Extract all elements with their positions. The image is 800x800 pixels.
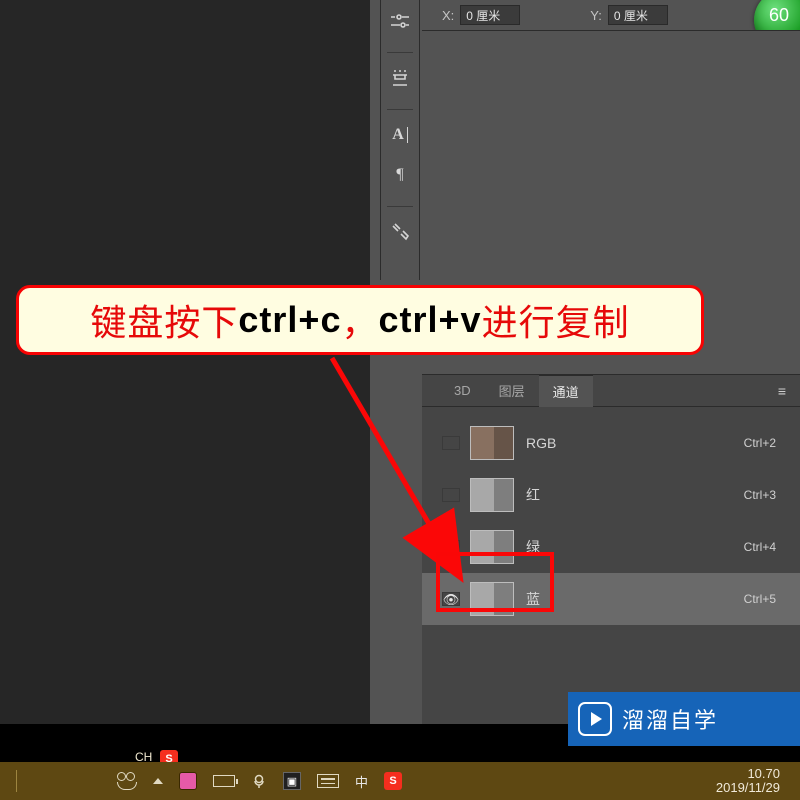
- windows-taskbar: ▣ 中 S 10.70 2019/11/29: [0, 762, 800, 800]
- options-toolbar: A ¶: [380, 0, 420, 280]
- taskbar-date: 2019/11/29: [716, 781, 780, 795]
- channel-shortcut: Ctrl+4: [744, 540, 776, 554]
- tab-layers[interactable]: 图层: [485, 375, 539, 407]
- tray-avatar-icon[interactable]: [179, 762, 197, 800]
- coordinates-bar: X: Y: 60: [422, 0, 800, 30]
- keyboard-icon[interactable]: [317, 762, 339, 800]
- ime-chinese-icon[interactable]: 中: [355, 762, 368, 800]
- character-format-icon[interactable]: A: [384, 118, 416, 152]
- x-label: X:: [442, 8, 454, 23]
- taskbar-sep: [16, 762, 17, 800]
- tray-chevron-up-icon[interactable]: [153, 762, 163, 800]
- tab-channels[interactable]: 通道: [539, 375, 593, 407]
- paragraph-format-icon[interactable]: ¶: [384, 158, 416, 192]
- tool-preset-icon[interactable]: [384, 215, 416, 249]
- panel-menu-icon[interactable]: ≡: [778, 383, 788, 399]
- channel-shortcut: Ctrl+5: [744, 592, 776, 606]
- tutorial-callout: 键盘按下ctrl+c，ctrl+v进行复制: [16, 285, 704, 355]
- brand-text: 溜溜自学: [622, 703, 718, 735]
- mic-icon[interactable]: [251, 762, 267, 800]
- taskbar-clock[interactable]: 10.70 2019/11/29: [716, 767, 780, 796]
- brush-options-icon[interactable]: [384, 4, 416, 38]
- channel-shortcut: Ctrl+3: [744, 488, 776, 502]
- channel-name: 蓝: [526, 589, 744, 609]
- battery-icon[interactable]: [213, 762, 235, 800]
- channel-name: 红: [526, 485, 744, 505]
- channel-name: 绿: [526, 537, 744, 557]
- x-coord-input[interactable]: [460, 5, 520, 25]
- channel-shortcut: Ctrl+2: [744, 436, 776, 450]
- y-label: Y:: [590, 8, 602, 23]
- brand-watermark: 溜溜自学: [568, 692, 800, 746]
- play-icon: [578, 702, 612, 736]
- eye-icon: 👁: [443, 593, 460, 606]
- channel-name: RGB: [526, 435, 744, 451]
- dolby-icon[interactable]: ▣: [283, 762, 301, 800]
- canvas-workspace[interactable]: [0, 0, 370, 762]
- people-icon[interactable]: [117, 762, 137, 800]
- clone-stamp-tool-icon[interactable]: [384, 61, 416, 95]
- visibility-toggle[interactable]: 👁: [442, 592, 460, 606]
- taskbar-time: 10.70: [716, 767, 780, 781]
- y-coord-input[interactable]: [608, 5, 668, 25]
- tray-sogou-icon[interactable]: S: [384, 762, 402, 800]
- channel-thumb-icon: [470, 582, 514, 616]
- callout-arrow-icon: [320, 354, 480, 584]
